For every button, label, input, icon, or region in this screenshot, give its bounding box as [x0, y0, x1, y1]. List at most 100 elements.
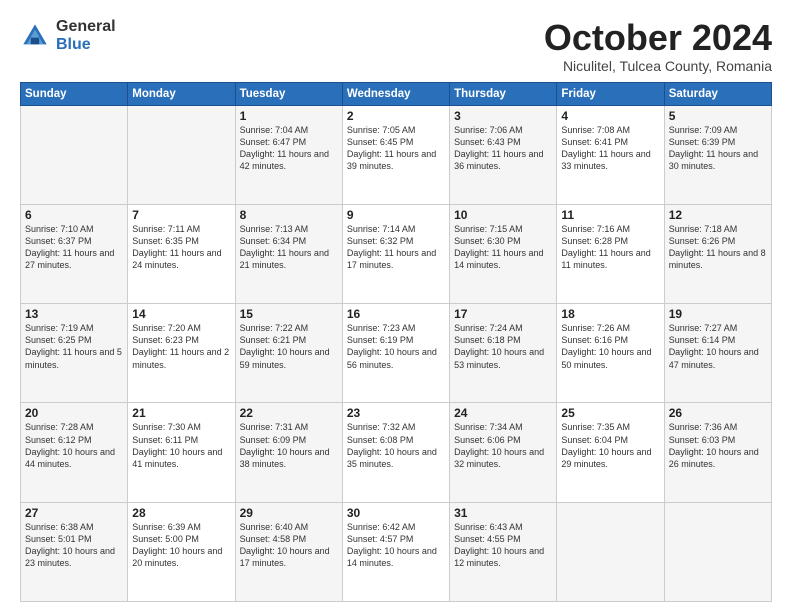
- day-number: 5: [669, 109, 767, 123]
- table-row: 19Sunrise: 7:27 AM Sunset: 6:14 PM Dayli…: [664, 304, 771, 403]
- calendar-header-row: Sunday Monday Tuesday Wednesday Thursday…: [21, 82, 772, 105]
- day-info: Sunrise: 7:16 AM Sunset: 6:28 PM Dayligh…: [561, 223, 659, 272]
- day-info: Sunrise: 7:18 AM Sunset: 6:26 PM Dayligh…: [669, 223, 767, 272]
- day-number: 4: [561, 109, 659, 123]
- day-number: 3: [454, 109, 552, 123]
- day-number: 15: [240, 307, 338, 321]
- day-number: 22: [240, 406, 338, 420]
- table-row: 24Sunrise: 7:34 AM Sunset: 6:06 PM Dayli…: [450, 403, 557, 502]
- day-number: 1: [240, 109, 338, 123]
- day-number: 29: [240, 506, 338, 520]
- day-number: 13: [25, 307, 123, 321]
- col-tuesday: Tuesday: [235, 82, 342, 105]
- day-number: 30: [347, 506, 445, 520]
- table-row: 12Sunrise: 7:18 AM Sunset: 6:26 PM Dayli…: [664, 204, 771, 303]
- day-info: Sunrise: 7:22 AM Sunset: 6:21 PM Dayligh…: [240, 322, 338, 371]
- calendar-table: Sunday Monday Tuesday Wednesday Thursday…: [20, 82, 772, 602]
- day-number: 18: [561, 307, 659, 321]
- col-wednesday: Wednesday: [342, 82, 449, 105]
- day-number: 7: [132, 208, 230, 222]
- day-number: 19: [669, 307, 767, 321]
- col-friday: Friday: [557, 82, 664, 105]
- day-info: Sunrise: 7:13 AM Sunset: 6:34 PM Dayligh…: [240, 223, 338, 272]
- day-number: 23: [347, 406, 445, 420]
- table-row: 20Sunrise: 7:28 AM Sunset: 6:12 PM Dayli…: [21, 403, 128, 502]
- logo-icon: [20, 21, 50, 51]
- table-row: 2Sunrise: 7:05 AM Sunset: 6:45 PM Daylig…: [342, 105, 449, 204]
- table-row: 10Sunrise: 7:15 AM Sunset: 6:30 PM Dayli…: [450, 204, 557, 303]
- day-info: Sunrise: 6:42 AM Sunset: 4:57 PM Dayligh…: [347, 521, 445, 570]
- col-thursday: Thursday: [450, 82, 557, 105]
- table-row: 31Sunrise: 6:43 AM Sunset: 4:55 PM Dayli…: [450, 502, 557, 601]
- day-info: Sunrise: 7:19 AM Sunset: 6:25 PM Dayligh…: [25, 322, 123, 371]
- page: General Blue October 2024 Niculitel, Tul…: [0, 0, 792, 612]
- day-number: 26: [669, 406, 767, 420]
- table-row: [557, 502, 664, 601]
- day-number: 9: [347, 208, 445, 222]
- day-number: 12: [669, 208, 767, 222]
- table-row: 27Sunrise: 6:38 AM Sunset: 5:01 PM Dayli…: [21, 502, 128, 601]
- day-number: 21: [132, 406, 230, 420]
- table-row: 23Sunrise: 7:32 AM Sunset: 6:08 PM Dayli…: [342, 403, 449, 502]
- title-area: October 2024 Niculitel, Tulcea County, R…: [544, 18, 772, 74]
- table-row: 14Sunrise: 7:20 AM Sunset: 6:23 PM Dayli…: [128, 304, 235, 403]
- table-row: 9Sunrise: 7:14 AM Sunset: 6:32 PM Daylig…: [342, 204, 449, 303]
- table-row: 3Sunrise: 7:06 AM Sunset: 6:43 PM Daylig…: [450, 105, 557, 204]
- table-row: 25Sunrise: 7:35 AM Sunset: 6:04 PM Dayli…: [557, 403, 664, 502]
- logo: General Blue: [20, 18, 116, 53]
- table-row: 7Sunrise: 7:11 AM Sunset: 6:35 PM Daylig…: [128, 204, 235, 303]
- day-info: Sunrise: 6:40 AM Sunset: 4:58 PM Dayligh…: [240, 521, 338, 570]
- day-number: 17: [454, 307, 552, 321]
- day-info: Sunrise: 7:24 AM Sunset: 6:18 PM Dayligh…: [454, 322, 552, 371]
- table-row: [128, 105, 235, 204]
- table-row: 29Sunrise: 6:40 AM Sunset: 4:58 PM Dayli…: [235, 502, 342, 601]
- day-number: 14: [132, 307, 230, 321]
- calendar-week-row: 27Sunrise: 6:38 AM Sunset: 5:01 PM Dayli…: [21, 502, 772, 601]
- day-info: Sunrise: 7:04 AM Sunset: 6:47 PM Dayligh…: [240, 124, 338, 173]
- day-number: 11: [561, 208, 659, 222]
- table-row: 30Sunrise: 6:42 AM Sunset: 4:57 PM Dayli…: [342, 502, 449, 601]
- day-info: Sunrise: 7:32 AM Sunset: 6:08 PM Dayligh…: [347, 421, 445, 470]
- day-info: Sunrise: 7:34 AM Sunset: 6:06 PM Dayligh…: [454, 421, 552, 470]
- day-info: Sunrise: 7:05 AM Sunset: 6:45 PM Dayligh…: [347, 124, 445, 173]
- day-info: Sunrise: 7:31 AM Sunset: 6:09 PM Dayligh…: [240, 421, 338, 470]
- day-number: 20: [25, 406, 123, 420]
- day-info: Sunrise: 7:06 AM Sunset: 6:43 PM Dayligh…: [454, 124, 552, 173]
- day-info: Sunrise: 7:30 AM Sunset: 6:11 PM Dayligh…: [132, 421, 230, 470]
- col-saturday: Saturday: [664, 82, 771, 105]
- table-row: 15Sunrise: 7:22 AM Sunset: 6:21 PM Dayli…: [235, 304, 342, 403]
- day-number: 31: [454, 506, 552, 520]
- table-row: 6Sunrise: 7:10 AM Sunset: 6:37 PM Daylig…: [21, 204, 128, 303]
- day-info: Sunrise: 7:26 AM Sunset: 6:16 PM Dayligh…: [561, 322, 659, 371]
- day-info: Sunrise: 7:35 AM Sunset: 6:04 PM Dayligh…: [561, 421, 659, 470]
- day-info: Sunrise: 6:43 AM Sunset: 4:55 PM Dayligh…: [454, 521, 552, 570]
- location-subtitle: Niculitel, Tulcea County, Romania: [544, 58, 772, 74]
- table-row: 28Sunrise: 6:39 AM Sunset: 5:00 PM Dayli…: [128, 502, 235, 601]
- day-info: Sunrise: 7:08 AM Sunset: 6:41 PM Dayligh…: [561, 124, 659, 173]
- col-sunday: Sunday: [21, 82, 128, 105]
- table-row: [664, 502, 771, 601]
- col-monday: Monday: [128, 82, 235, 105]
- day-info: Sunrise: 6:38 AM Sunset: 5:01 PM Dayligh…: [25, 521, 123, 570]
- day-info: Sunrise: 7:09 AM Sunset: 6:39 PM Dayligh…: [669, 124, 767, 173]
- table-row: 26Sunrise: 7:36 AM Sunset: 6:03 PM Dayli…: [664, 403, 771, 502]
- calendar-week-row: 6Sunrise: 7:10 AM Sunset: 6:37 PM Daylig…: [21, 204, 772, 303]
- day-info: Sunrise: 7:20 AM Sunset: 6:23 PM Dayligh…: [132, 322, 230, 371]
- table-row: 17Sunrise: 7:24 AM Sunset: 6:18 PM Dayli…: [450, 304, 557, 403]
- day-info: Sunrise: 6:39 AM Sunset: 5:00 PM Dayligh…: [132, 521, 230, 570]
- calendar-week-row: 13Sunrise: 7:19 AM Sunset: 6:25 PM Dayli…: [21, 304, 772, 403]
- logo-text: General Blue: [56, 18, 116, 53]
- logo-blue: Blue: [56, 36, 116, 54]
- header: General Blue October 2024 Niculitel, Tul…: [20, 18, 772, 74]
- day-info: Sunrise: 7:15 AM Sunset: 6:30 PM Dayligh…: [454, 223, 552, 272]
- calendar-week-row: 1Sunrise: 7:04 AM Sunset: 6:47 PM Daylig…: [21, 105, 772, 204]
- table-row: 18Sunrise: 7:26 AM Sunset: 6:16 PM Dayli…: [557, 304, 664, 403]
- day-info: Sunrise: 7:27 AM Sunset: 6:14 PM Dayligh…: [669, 322, 767, 371]
- day-number: 27: [25, 506, 123, 520]
- day-number: 6: [25, 208, 123, 222]
- table-row: 21Sunrise: 7:30 AM Sunset: 6:11 PM Dayli…: [128, 403, 235, 502]
- table-row: 8Sunrise: 7:13 AM Sunset: 6:34 PM Daylig…: [235, 204, 342, 303]
- day-number: 2: [347, 109, 445, 123]
- table-row: 22Sunrise: 7:31 AM Sunset: 6:09 PM Dayli…: [235, 403, 342, 502]
- day-number: 16: [347, 307, 445, 321]
